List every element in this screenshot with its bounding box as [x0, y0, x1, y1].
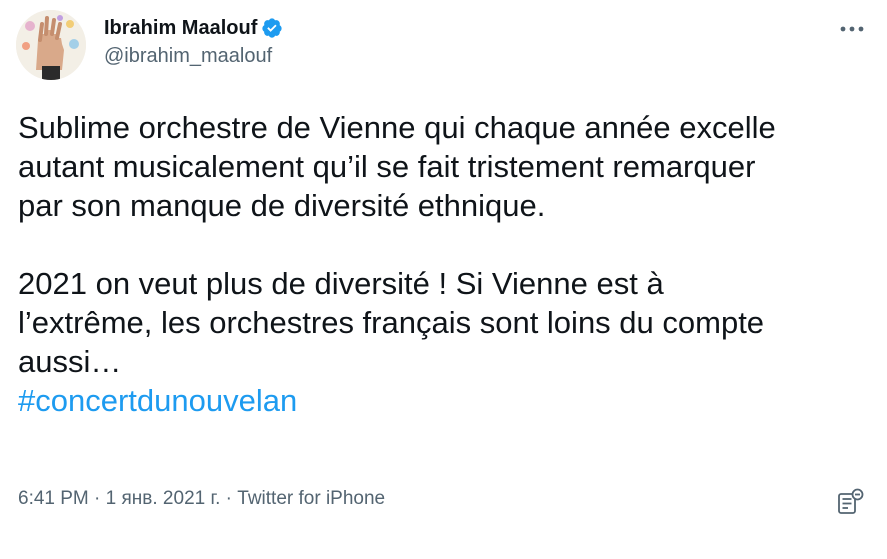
tweet-source[interactable]: Twitter for iPhone: [237, 488, 385, 509]
tweet-line: aussi…: [18, 344, 122, 379]
tweet-line: l’extrême, les orchestres français sont …: [18, 305, 765, 340]
meta-separator: ·: [220, 488, 238, 509]
hashtag-link[interactable]: #concertdunouvelan: [18, 383, 297, 418]
tweet-line: Sublime orchestre de Vienne qui chaque a…: [18, 110, 776, 145]
tweet-line: autant musicalement qu’il se fait triste…: [18, 149, 756, 184]
meta-separator: ·: [88, 488, 106, 509]
tweet-meta: 6:41 PM · 1 янв. 2021 г. · Twitter for i…: [18, 488, 385, 510]
tweet-text: Sublime orchestre de Vienne qui chaque a…: [18, 108, 868, 420]
verified-badge-icon: [261, 17, 283, 39]
tweet-time[interactable]: 6:41 PM: [18, 488, 89, 509]
analytics-icon[interactable]: [836, 488, 866, 516]
tweet-line: par son manque de diversité ethnique.: [18, 188, 546, 223]
more-dots-icon[interactable]: [837, 14, 867, 44]
avatar-image: [16, 10, 86, 80]
tweet-line: 2021 on veut plus de diversité ! Si Vien…: [18, 266, 664, 301]
avatar[interactable]: [16, 10, 86, 80]
tweet-date[interactable]: 1 янв. 2021 г.: [106, 488, 221, 509]
author-name-row[interactable]: Ibrahim Maalouf: [104, 14, 283, 42]
author-display-name: Ibrahim Maalouf: [104, 16, 258, 39]
tweet-line-blank: [18, 225, 868, 264]
author-handle[interactable]: @ibrahim_maalouf: [104, 45, 283, 68]
